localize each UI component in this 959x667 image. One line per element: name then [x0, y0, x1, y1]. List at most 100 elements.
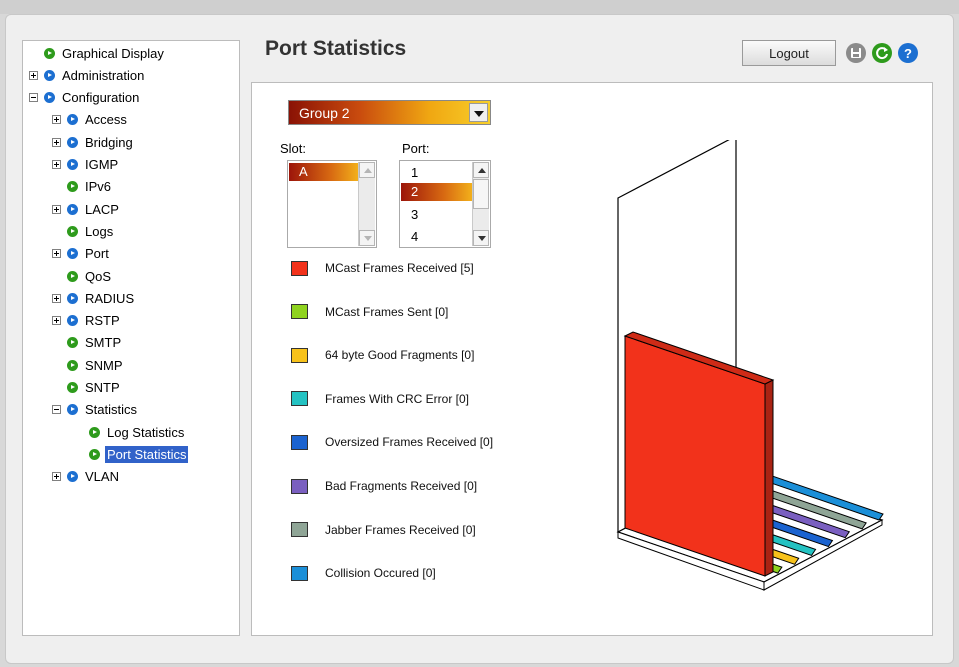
collapse-icon[interactable]	[52, 405, 61, 415]
tree-item-administration[interactable]: Administration	[29, 65, 146, 85]
arrow-bullet-icon	[67, 359, 78, 371]
legend-swatch	[291, 478, 308, 494]
tree-item-logs[interactable]: Logs	[67, 221, 115, 241]
arrow-bullet-icon	[67, 382, 78, 393]
legend-swatch	[291, 260, 308, 276]
window-top-bar	[0, 0, 959, 14]
tree-item-label: SNTP	[85, 380, 120, 395]
legend-item: 64 byte Good Fragments [0]	[291, 347, 474, 363]
legend-item: MCast Frames Received [5]	[291, 260, 474, 276]
expand-icon[interactable]	[52, 137, 61, 147]
slot-listbox[interactable]: A	[287, 160, 377, 248]
expand-icon[interactable]	[52, 316, 61, 326]
tree-item-graphical-display[interactable]: Graphical Display	[44, 43, 166, 63]
tree-item-configuration[interactable]: Configuration	[29, 88, 141, 108]
expand-icon[interactable]	[52, 249, 61, 259]
group-select-value: Group 2	[299, 105, 350, 121]
legend-item: Jabber Frames Received [0]	[291, 522, 476, 538]
arrow-bullet-icon	[67, 136, 78, 148]
arrow-bullet-icon	[67, 248, 78, 260]
tree-item-label: Log Statistics	[107, 424, 185, 440]
legend-item: MCast Frames Sent [0]	[291, 304, 448, 320]
tree-item-igmp[interactable]: IGMP	[52, 155, 120, 175]
tree-item-port[interactable]: Port	[52, 244, 111, 264]
legend-label: Oversized Frames Received [0]	[325, 435, 494, 450]
arrow-bullet-icon	[67, 181, 78, 193]
tree-item-bridging[interactable]: Bridging	[52, 132, 135, 152]
tree-item-log-statistics[interactable]: Log Statistics	[89, 422, 186, 442]
tree-item-label: Access	[85, 112, 127, 128]
group-select[interactable]: Group 2	[288, 100, 491, 125]
legend-swatch	[291, 391, 308, 407]
arrow-bullet-icon	[67, 159, 78, 170]
tree-item-label: Administration	[62, 67, 145, 83]
chevron-down-icon[interactable]	[469, 103, 488, 122]
expand-icon[interactable]	[29, 70, 38, 80]
tree-item-ipv6[interactable]: IPv6	[67, 177, 113, 197]
logout-button[interactable]: Logout	[742, 40, 836, 66]
expand-icon[interactable]	[52, 472, 61, 482]
tree-item-radius[interactable]: RADIUS	[52, 288, 136, 308]
tree-item-statistics[interactable]: Statistics	[52, 400, 139, 420]
scroll-down-icon[interactable]	[359, 230, 375, 246]
tree-item-vlan[interactable]: VLAN	[52, 467, 121, 487]
port-option[interactable]: 4	[401, 228, 473, 246]
legend-swatch	[291, 522, 308, 538]
legend-swatch	[291, 304, 308, 320]
page-title: Port Statistics	[265, 37, 407, 60]
tree-item-label: Port	[85, 246, 109, 262]
legend-item: Oversized Frames Received [0]	[291, 434, 493, 450]
expand-icon[interactable]	[52, 160, 61, 169]
legend-label: Frames With CRC Error [0]	[325, 391, 470, 406]
legend-label: MCast Frames Received [5]	[325, 261, 474, 275]
tree-item-qos[interactable]: QoS	[67, 266, 113, 286]
expand-icon[interactable]	[52, 204, 61, 214]
slot-scrollbar[interactable]	[358, 162, 375, 246]
expand-icon[interactable]	[52, 115, 61, 125]
arrow-bullet-icon	[44, 69, 55, 81]
tree-item-rstp[interactable]: RSTP	[52, 311, 122, 331]
tree-item-label: IGMP	[85, 157, 119, 172]
scroll-down-icon[interactable]	[473, 230, 489, 246]
arrow-bullet-icon	[67, 292, 78, 304]
help-icon[interactable]: ?	[898, 43, 918, 63]
tree-item-label: LACP	[85, 201, 119, 217]
port-listbox[interactable]: 1 2 3 4	[399, 160, 491, 248]
refresh-icon[interactable]	[872, 43, 892, 63]
legend-item: Frames With CRC Error [0]	[291, 391, 469, 407]
chart-bar-side	[764, 379, 774, 577]
tree-item-lacp[interactable]: LACP	[52, 199, 121, 219]
scroll-thumb[interactable]	[473, 179, 489, 209]
tree-item-label: Logs	[85, 223, 114, 239]
port-label: Port:	[402, 141, 430, 156]
tree-item-label: QoS	[85, 268, 112, 284]
tree-item-sntp[interactable]: SNTP	[67, 378, 122, 398]
expand-icon[interactable]	[52, 293, 61, 303]
tree-item-smtp[interactable]: SMTP	[67, 333, 123, 353]
scroll-up-icon[interactable]	[473, 162, 489, 178]
slot-option[interactable]: A	[289, 163, 359, 181]
port-scrollbar[interactable]	[472, 162, 489, 246]
save-icon[interactable]	[846, 43, 866, 63]
port-statistics-chart	[616, 140, 884, 591]
legend-label: Collision Occured [0]	[325, 566, 436, 581]
tree-item-access[interactable]: Access	[52, 110, 129, 130]
tree-item-label: VLAN	[85, 469, 119, 485]
port-option[interactable]: 1	[401, 164, 473, 182]
arrow-bullet-icon	[89, 426, 100, 438]
tree-item-port-statistics[interactable]: Port Statistics	[89, 444, 189, 464]
collapse-icon[interactable]	[29, 93, 38, 103]
tree-item-snmp[interactable]: SNMP	[67, 355, 125, 375]
scroll-up-icon[interactable]	[359, 162, 375, 178]
port-option-selected[interactable]: 2	[401, 183, 473, 201]
legend-item: Collision Occured [0]	[291, 565, 436, 581]
arrow-bullet-icon	[67, 114, 78, 126]
arrow-bullet-icon	[67, 471, 78, 483]
arrow-bullet-icon	[67, 337, 78, 349]
arrow-bullet-icon	[67, 404, 78, 416]
legend-swatch	[291, 347, 308, 363]
slot-label: Slot:	[280, 141, 307, 156]
arrow-bullet-icon	[67, 315, 78, 327]
arrow-bullet-icon	[67, 203, 78, 215]
port-option[interactable]: 3	[401, 206, 473, 224]
